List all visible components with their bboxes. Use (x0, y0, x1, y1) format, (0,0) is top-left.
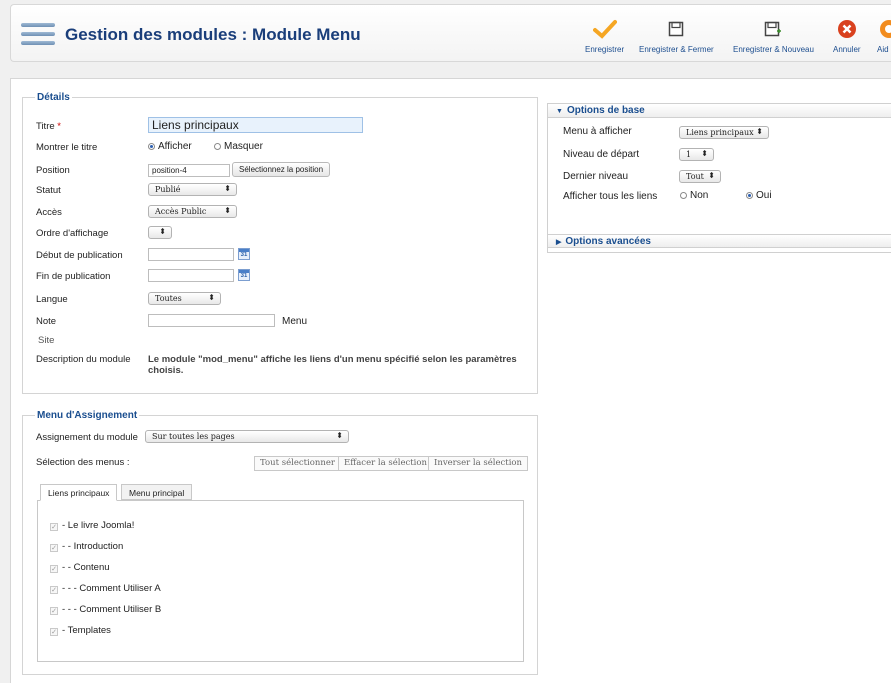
menu-to-show-select[interactable]: Liens principaux ⬍ (679, 126, 769, 139)
tab-liens-principaux[interactable]: Liens principaux (40, 484, 118, 501)
save-button[interactable]: Enregistrer (585, 15, 624, 54)
title-label: Titre * (36, 121, 61, 132)
description-label: Description du module (36, 354, 131, 365)
cancel-icon (837, 20, 856, 38)
save-label: Enregistrer (585, 45, 625, 54)
access-select[interactable]: Accès Public ⬍ (148, 205, 237, 218)
calendar-icon[interactable]: 31 (238, 248, 250, 260)
page-title: Gestion des modules : Module Menu (65, 25, 361, 44)
advanced-options-header[interactable]: ▶ Options avancées (548, 234, 891, 248)
checkmark-icon (592, 20, 617, 39)
menu-item-checkbox[interactable]: ✓ - - Contenu (50, 562, 110, 573)
show-all-links-label: Afficher tous les liens (563, 191, 658, 202)
checkbox-icon: ✓ (50, 628, 58, 636)
publish-end-input[interactable] (148, 269, 234, 282)
order-select[interactable]: ⬍ (148, 226, 172, 239)
select-arrows-icon: ⬍ (708, 171, 715, 180)
select-arrows-icon: ⬍ (224, 184, 231, 193)
hide-title-radio[interactable]: Masquer (214, 141, 263, 152)
menu-item-checkbox[interactable]: ✓ - Templates (50, 625, 111, 636)
status-label: Statut (36, 185, 61, 196)
end-level-select[interactable]: Tout ⬍ (679, 170, 721, 183)
select-arrows-icon: ⬍ (208, 293, 215, 302)
language-select[interactable]: Toutes ⬍ (148, 292, 221, 305)
language-label: Langue (36, 294, 68, 305)
site-label: Site (38, 335, 55, 346)
note-input[interactable] (148, 314, 275, 327)
calendar-icon[interactable]: 31 (238, 269, 250, 281)
menu-item-checkbox[interactable]: ✓ - - - Comment Utiliser A (50, 583, 161, 594)
description-text: Le module "mod_menu" affiche les liens d… (148, 354, 517, 376)
note-suffix: Menu (282, 316, 308, 327)
select-arrows-icon: ⬍ (701, 149, 708, 158)
radio-icon (148, 143, 155, 150)
help-label: Aid (877, 45, 889, 54)
checkbox-icon: ✓ (50, 544, 58, 552)
assignment-legend: Menu d'Assignement (37, 410, 138, 421)
module-assignment-label: Assignement du module (36, 432, 138, 443)
show-all-no-radio[interactable]: Non (680, 190, 708, 201)
clear-selection-button[interactable]: Effacer la sélection (338, 456, 433, 471)
show-title-radio[interactable]: Afficher (148, 141, 192, 152)
select-arrows-icon: ⬍ (756, 127, 763, 136)
publish-start-label: Début de publication (36, 250, 123, 261)
select-position-button[interactable]: Sélectionnez la position (232, 162, 331, 177)
save-new-label: Enregistrer & Nouveau (733, 45, 814, 54)
tab-menu-principal[interactable]: Menu principal (121, 484, 193, 500)
menu-selection-label: Sélection des menus : (36, 457, 130, 468)
publish-end-label: Fin de publication (36, 271, 111, 282)
title-input[interactable]: Liens principaux (148, 117, 363, 133)
module-menu-icon (21, 23, 55, 47)
note-label: Note (36, 316, 57, 327)
position-input[interactable]: position-4 (148, 164, 230, 177)
menu-item-checkbox[interactable]: ✓ - - - Comment Utiliser B (50, 604, 161, 615)
show-all-yes-radio[interactable]: Oui (746, 190, 772, 201)
details-fieldset: Détails (22, 92, 538, 394)
save-new-button[interactable]: Enregistrer & Nouveau (733, 15, 814, 54)
status-select[interactable]: Publié ⬍ (148, 183, 237, 196)
checkbox-icon: ✓ (50, 607, 58, 615)
checkbox-icon: ✓ (50, 565, 58, 573)
select-arrows-icon: ⬍ (224, 206, 231, 215)
floppy-disk-plus-icon (765, 21, 782, 37)
menu-to-show-label: Menu à afficher (563, 126, 632, 137)
order-label: Ordre d'affichage (36, 228, 109, 239)
save-close-button[interactable]: Enregistrer & Fermer (639, 15, 714, 54)
required-marker: * (57, 121, 61, 132)
position-label: Position (36, 165, 70, 176)
module-assignment-select[interactable]: Sur toutes les pages ⬍ (145, 430, 349, 443)
floppy-disk-icon (669, 21, 684, 37)
cancel-label: Annuler (833, 45, 861, 54)
show-title-label: Montrer le titre (36, 142, 98, 153)
start-level-label: Niveau de départ (563, 149, 640, 160)
menu-item-checkbox[interactable]: ✓ - - Introduction (50, 541, 123, 552)
radio-icon (746, 192, 753, 199)
invert-selection-button[interactable]: Inverser la sélection (428, 456, 529, 471)
select-arrows-icon: ⬍ (336, 431, 343, 440)
start-level-select[interactable]: 1 ⬍ (679, 148, 714, 161)
help-lifebuoy-icon (880, 20, 891, 38)
save-close-label: Enregistrer & Fermer (639, 45, 714, 54)
expand-triangle-icon: ▶ (556, 239, 562, 246)
radio-icon (214, 143, 221, 150)
select-arrows-icon: ⬍ (159, 227, 166, 236)
menu-item-checkbox[interactable]: ✓ - Le livre Joomla! (50, 520, 134, 531)
basic-options-header[interactable]: ▼ Options de base (548, 104, 891, 118)
cancel-button[interactable]: Annuler (833, 15, 861, 54)
publish-start-input[interactable] (148, 248, 234, 261)
checkbox-icon: ✓ (50, 586, 58, 594)
help-button[interactable]: Aid (877, 15, 891, 54)
details-legend: Détails (37, 92, 70, 103)
radio-icon (680, 192, 687, 199)
collapse-triangle-icon: ▼ (556, 108, 563, 115)
access-label: Accès (36, 207, 62, 218)
end-level-label: Dernier niveau (563, 171, 629, 182)
checkbox-icon: ✓ (50, 523, 58, 531)
toolbar-header: Gestion des modules : Module Menu Enregi… (10, 4, 891, 62)
select-all-button[interactable]: Tout sélectionner (254, 456, 341, 471)
